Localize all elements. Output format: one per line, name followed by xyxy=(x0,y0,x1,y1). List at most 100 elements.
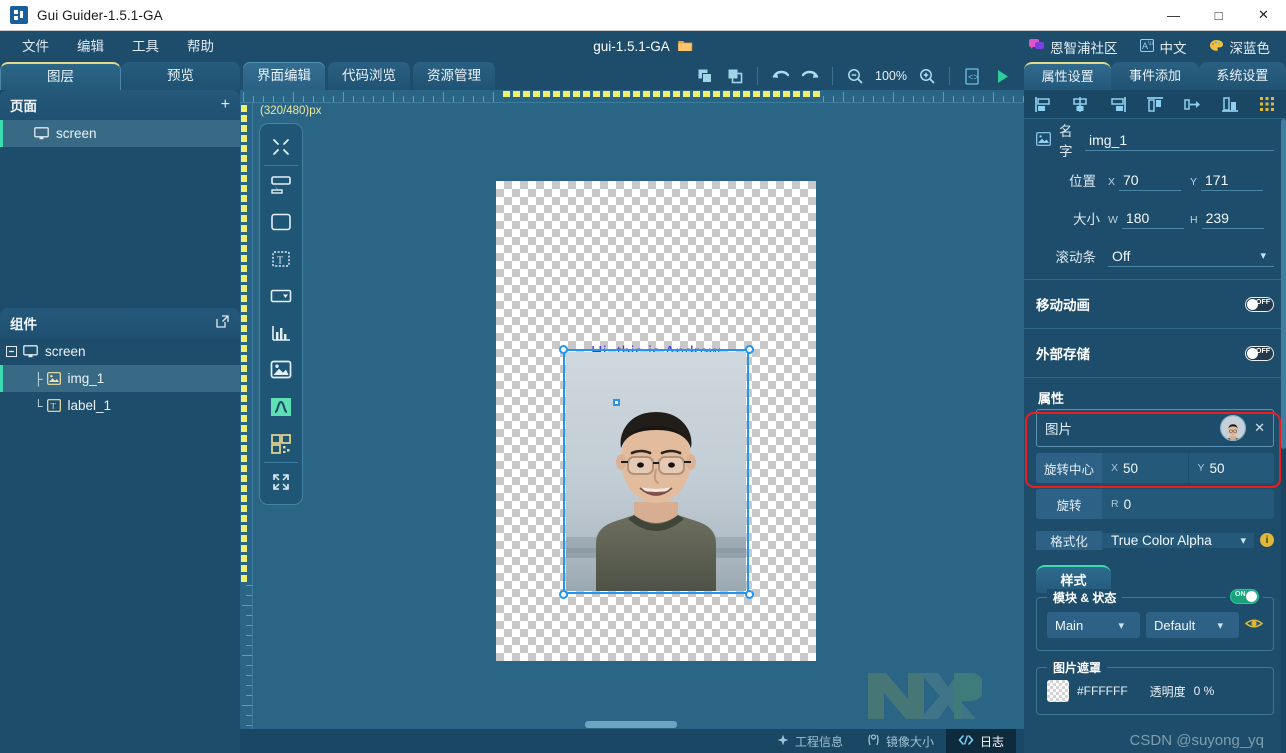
language-label: 中文 xyxy=(1159,40,1187,56)
tree-item-img-1[interactable]: ├ img_1 xyxy=(0,365,240,392)
menu-help[interactable]: 帮助 xyxy=(173,31,228,62)
resize-handle-bl[interactable] xyxy=(559,590,568,599)
module-state-toggle[interactable]: ON xyxy=(1230,589,1259,604)
eye-icon[interactable] xyxy=(1244,617,1264,633)
resize-handle-tl[interactable] xyxy=(559,345,568,354)
module-select[interactable]: Main ▾ xyxy=(1047,612,1140,638)
move-animation-label: 移动动画 xyxy=(1036,298,1090,313)
tab-layers[interactable]: 图层 xyxy=(0,62,121,90)
align-right-icon[interactable] xyxy=(1105,93,1131,115)
canvas-horizontal-scrollbar[interactable] xyxy=(253,721,1024,729)
align-bottom-icon[interactable] xyxy=(1217,93,1243,115)
external-storage-toggle[interactable]: OFF xyxy=(1245,345,1274,361)
align-center-h-icon[interactable] xyxy=(1067,93,1093,115)
tab-ui-editor[interactable]: 界面编辑 xyxy=(243,62,325,90)
copy-icon[interactable] xyxy=(690,62,720,90)
canvas-image-widget[interactable] xyxy=(566,352,746,591)
container-icon[interactable] xyxy=(259,166,303,203)
tab-preview[interactable]: 预览 xyxy=(121,62,240,90)
image-mask-legend: 图片遮罩 xyxy=(1047,659,1108,676)
scrollbar-thumb[interactable] xyxy=(1281,119,1286,449)
size-w-input[interactable] xyxy=(1121,207,1184,229)
pivot-x-field[interactable]: X 50 xyxy=(1102,453,1189,483)
pages-panel-title: 页面 xyxy=(10,99,37,114)
maximize-button[interactable]: □ xyxy=(1196,0,1241,31)
tab-resource-manager[interactable]: 资源管理 xyxy=(413,62,495,90)
language-selector[interactable]: A\u6587 中文 xyxy=(1139,37,1187,57)
size-h-input[interactable] xyxy=(1201,207,1264,229)
module-value: Main xyxy=(1055,617,1084,633)
properties-scrollbar[interactable] xyxy=(1281,119,1286,753)
folder-icon[interactable] xyxy=(677,39,693,55)
fullscreen-icon[interactable] xyxy=(259,463,303,500)
collapse-icon[interactable] xyxy=(6,346,17,357)
canvas-area[interactable]: (320/480)px T xyxy=(240,90,1024,753)
clear-image-button[interactable]: ✕ xyxy=(1254,420,1265,436)
chevron-down-icon: ▾ xyxy=(1260,250,1266,262)
align-left-icon[interactable] xyxy=(1030,93,1056,115)
align-middle-v-icon[interactable] xyxy=(1179,93,1205,115)
tree-item-screen[interactable]: screen xyxy=(0,338,240,365)
device-screen[interactable]: Hi, this is Andrew xyxy=(496,181,816,661)
move-animation-toggle[interactable]: OFF xyxy=(1245,296,1274,312)
expand-components-button[interactable] xyxy=(215,314,230,333)
application-window: Gui Guider-1.5.1-GA — □ ✕ 文件 编辑 工具 帮助 gu… xyxy=(0,0,1286,753)
pivot-y-field[interactable]: Y 50 xyxy=(1188,453,1274,483)
panel-icon[interactable] xyxy=(259,203,303,240)
scrollbar-thumb[interactable] xyxy=(585,721,677,728)
grid-icon[interactable] xyxy=(1254,93,1280,115)
community-link[interactable]: 恩智浦社区 xyxy=(1029,37,1118,57)
image-source-field[interactable]: 图片 ✕ xyxy=(1036,409,1274,447)
label-icon[interactable]: T xyxy=(259,240,303,277)
menu-file[interactable]: 文件 xyxy=(8,31,63,62)
add-page-button[interactable]: + xyxy=(221,97,230,113)
scrollbar-select[interactable]: Off ▾ xyxy=(1108,246,1274,267)
state-select[interactable]: Default ▾ xyxy=(1146,612,1239,638)
zoom-out-icon[interactable] xyxy=(840,62,870,90)
tab-properties[interactable]: 属性设置 xyxy=(1024,62,1112,90)
redo-icon[interactable] xyxy=(795,62,825,90)
qrcode-icon[interactable] xyxy=(259,425,303,462)
theme-selector[interactable]: 深蓝色 xyxy=(1209,37,1270,57)
translate-icon: A\u6587 xyxy=(1139,38,1167,55)
chart-icon[interactable] xyxy=(259,314,303,351)
pivot-handle[interactable] xyxy=(613,399,620,406)
minimize-button[interactable]: — xyxy=(1151,0,1196,31)
undo-icon[interactable] xyxy=(765,62,795,90)
name-input[interactable] xyxy=(1085,129,1274,151)
position-x-input[interactable] xyxy=(1119,169,1182,191)
pages-list: screen xyxy=(0,120,240,308)
resize-handle-br[interactable] xyxy=(745,590,754,599)
resize-handle-tr[interactable] xyxy=(745,345,754,354)
dropdown-icon[interactable] xyxy=(259,277,303,314)
align-top-icon[interactable] xyxy=(1142,93,1168,115)
status-log[interactable]: 日志 xyxy=(945,729,1016,753)
position-y-input[interactable] xyxy=(1201,169,1264,191)
status-image-size[interactable]: 镜像大小 xyxy=(855,729,946,753)
title-bar: Gui Guider-1.5.1-GA — □ ✕ xyxy=(0,0,1286,31)
tab-events[interactable]: 事件添加 xyxy=(1111,62,1199,90)
image-source-thumbnail[interactable] xyxy=(1220,415,1247,441)
tab-system-settings[interactable]: 系统设置 xyxy=(1198,62,1286,90)
right-panel-tabs: 属性设置 事件添加 系统设置 xyxy=(1024,62,1286,90)
paste-icon[interactable] xyxy=(720,62,750,90)
zoom-in-icon[interactable] xyxy=(912,62,942,90)
zoom-level[interactable]: 100% xyxy=(870,69,912,83)
mask-color-value: #FFFFFF xyxy=(1077,684,1128,698)
rotate-field[interactable]: R 0 xyxy=(1102,489,1274,519)
animimg-icon[interactable] xyxy=(259,388,303,425)
status-project-info[interactable]: 工程信息 xyxy=(765,729,855,753)
format-select[interactable]: True Color Alpha ▾ xyxy=(1102,532,1254,548)
menu-edit[interactable]: 编辑 xyxy=(63,31,118,62)
page-item-screen[interactable]: screen xyxy=(0,120,240,147)
close-button[interactable]: ✕ xyxy=(1241,0,1286,31)
mask-color-swatch[interactable] xyxy=(1047,680,1069,702)
generate-code-icon[interactable]: <> xyxy=(957,62,987,90)
tab-code-view[interactable]: 代码浏览 xyxy=(328,62,410,90)
tree-item-label-1[interactable]: └ T label_1 xyxy=(0,392,240,419)
menu-tools[interactable]: 工具 xyxy=(118,31,173,62)
image-widget-icon[interactable] xyxy=(259,351,303,388)
arrange-icon[interactable] xyxy=(259,128,303,165)
format-info-icon[interactable]: i xyxy=(1260,533,1274,547)
run-icon[interactable] xyxy=(987,62,1017,90)
